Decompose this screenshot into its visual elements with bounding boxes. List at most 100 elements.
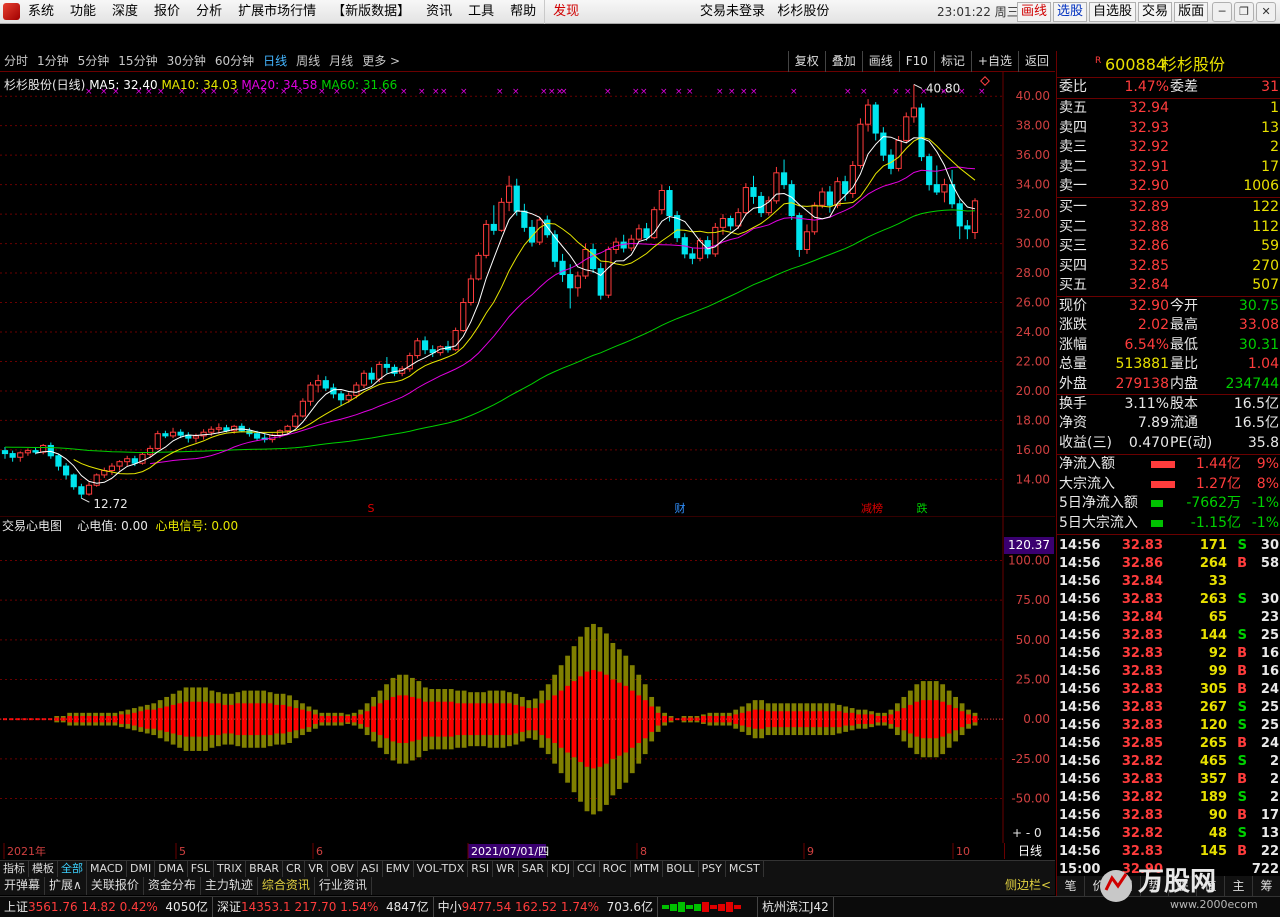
bid-volume: 507 bbox=[1252, 277, 1279, 293]
indicator-tab[interactable]: ROC bbox=[600, 861, 631, 877]
ask-row[interactable]: 卖四 32.93 13 bbox=[1057, 119, 1280, 138]
indicator-tab[interactable]: VR bbox=[305, 861, 328, 877]
indicator-tab[interactable]: 全部 bbox=[58, 861, 87, 877]
candle-body bbox=[910, 107, 917, 118]
period-tab[interactable]: 15分钟 bbox=[118, 51, 157, 72]
function-tab[interactable]: 资金分布 bbox=[144, 877, 201, 895]
function-tab[interactable]: 扩展∧ bbox=[45, 877, 87, 895]
indicator-tab[interactable]: MCST bbox=[726, 861, 764, 877]
ecg-indicator-chart[interactable]: 100.00 75.00 50.00 25.00 0.00 -25.00 -50.00 + -… bbox=[0, 516, 1055, 843]
app-logo-icon[interactable] bbox=[3, 3, 20, 20]
function-tab[interactable]: 行业资讯 bbox=[315, 877, 372, 895]
ask-row[interactable]: 卖三 32.92 2 bbox=[1057, 138, 1280, 157]
indicator-tab[interactable]: CR bbox=[283, 861, 306, 877]
chart-tool-button[interactable]: 画线 bbox=[861, 51, 899, 72]
period-tab[interactable]: 更多 > bbox=[362, 51, 400, 72]
function-tab[interactable]: 综合资讯 bbox=[258, 877, 315, 895]
chart-tool-button[interactable]: +自选 bbox=[970, 51, 1018, 72]
ask-row[interactable]: 卖二 32.91 17 bbox=[1057, 158, 1280, 177]
indicator-tab[interactable]: PSY bbox=[699, 861, 726, 877]
menu-item[interactable]: 帮助 bbox=[502, 0, 544, 24]
function-tab[interactable]: 开弹幕 bbox=[0, 877, 46, 895]
menu-item[interactable]: 分析 bbox=[188, 0, 230, 24]
tick-time: 14:56 bbox=[1059, 610, 1101, 625]
menu-item[interactable]: 【新版数据】 bbox=[324, 0, 418, 24]
top-button[interactable]: 画线 bbox=[1017, 2, 1052, 22]
indicator-tab[interactable]: BRAR bbox=[246, 861, 284, 877]
indicator-tab[interactable]: MACD bbox=[87, 861, 127, 877]
menu-item[interactable]: 扩展市场行情 bbox=[230, 0, 324, 24]
bid-row[interactable]: 买三 32.86 59 bbox=[1057, 237, 1280, 256]
indicator-tab[interactable]: BOLL bbox=[663, 861, 699, 877]
field-value: 2.02 bbox=[1137, 317, 1169, 334]
minimize-icon[interactable]: ─ bbox=[1212, 2, 1233, 22]
indicator-tab[interactable]: DMI bbox=[127, 861, 156, 877]
period-tab[interactable]: 月线 bbox=[329, 51, 353, 72]
menu-item[interactable]: 工具 bbox=[460, 0, 502, 24]
indicator-tab[interactable]: EMV bbox=[383, 861, 414, 877]
period-tab[interactable]: 周线 bbox=[296, 51, 320, 72]
ask-row[interactable]: 卖一 32.90 1006 bbox=[1057, 177, 1280, 196]
index-quote[interactable]: 深证14353.1 217.70 1.54% 4847亿 bbox=[213, 897, 434, 917]
indicator-tab[interactable]: SAR bbox=[519, 861, 549, 877]
period-tab[interactable]: 60分钟 bbox=[215, 51, 254, 72]
bid-row[interactable]: 买二 32.88 112 bbox=[1057, 218, 1280, 237]
stock-header: R 600884 杉杉股份 bbox=[1057, 54, 1280, 76]
candle-body bbox=[215, 427, 222, 430]
menu-item[interactable]: 报价 bbox=[146, 0, 188, 24]
indicator-tab[interactable]: RSI bbox=[468, 861, 494, 877]
indicator-tab[interactable]: OBV bbox=[328, 861, 358, 877]
indicator-tab[interactable]: WR bbox=[493, 861, 519, 877]
top-button[interactable]: 自选股 bbox=[1089, 2, 1137, 22]
top-button[interactable]: 交易 bbox=[1138, 2, 1173, 22]
period-tab[interactable]: 分时 bbox=[4, 51, 28, 72]
restore-icon[interactable]: ❐ bbox=[1234, 2, 1255, 22]
kline-chart[interactable]: 40.00 38.00 36.00 34.00 32.00 30.00 28.00 26.00… bbox=[0, 72, 1055, 516]
indicator-tab[interactable]: DMA bbox=[155, 861, 188, 877]
close-icon[interactable]: ✕ bbox=[1256, 2, 1277, 22]
period-tab[interactable]: 5分钟 bbox=[78, 51, 110, 72]
ask-row[interactable]: 卖五 32.94 1 bbox=[1057, 99, 1280, 118]
indicator-tab[interactable]: KDJ bbox=[548, 861, 574, 877]
chart-tool-button[interactable]: 复权 bbox=[787, 51, 825, 72]
chart-tool-button[interactable]: F10 bbox=[898, 51, 934, 72]
signal-mark: × bbox=[940, 87, 948, 97]
bid-row[interactable]: 买五 32.84 507 bbox=[1057, 276, 1280, 295]
top-button[interactable]: 选股 bbox=[1053, 2, 1088, 22]
function-tab[interactable]: 关联报价 bbox=[87, 877, 144, 895]
chart-tool-button[interactable]: 标记 bbox=[933, 51, 971, 72]
index-quote[interactable]: 中小9477.54 162.52 1.74% 703.6亿 bbox=[434, 897, 658, 917]
period-tab[interactable]: 30分钟 bbox=[167, 51, 206, 72]
menu-item[interactable]: 资讯 bbox=[418, 0, 460, 24]
top-button[interactable]: 版面 bbox=[1174, 2, 1209, 22]
period-tab[interactable]: 日线 bbox=[263, 51, 287, 72]
period-tab[interactable]: 1分钟 bbox=[37, 51, 69, 72]
bid-row[interactable]: 买一 32.89 122 bbox=[1057, 198, 1280, 217]
indicator-tab[interactable]: MTM bbox=[631, 861, 664, 877]
field-label: 股本 bbox=[1170, 396, 1198, 412]
stat-row: 现价 32.90 今开 30.75 bbox=[1057, 297, 1280, 316]
indicator-tab[interactable]: ASI bbox=[358, 861, 383, 877]
indicator-tab[interactable]: FSL bbox=[188, 861, 214, 877]
menu-item[interactable]: 功能 bbox=[62, 0, 104, 24]
candle-body bbox=[971, 200, 979, 234]
candle-body bbox=[208, 428, 215, 433]
indicator-tab[interactable]: 指标 bbox=[0, 861, 29, 877]
indicator-tab[interactable]: CCI bbox=[574, 861, 600, 877]
bid-row[interactable]: 买四 32.85 270 bbox=[1057, 257, 1280, 276]
candle-body bbox=[47, 444, 54, 457]
indicator-tab[interactable]: 模板 bbox=[29, 861, 58, 877]
chart-tool-button[interactable]: 叠加 bbox=[824, 51, 862, 72]
menu-item[interactable]: 发现 bbox=[544, 0, 587, 24]
index-quote[interactable]: 上证3561.76 14.82 0.42% 4050亿 bbox=[0, 897, 213, 917]
indicator-tab[interactable]: TRIX bbox=[214, 861, 247, 877]
menu-item[interactable]: 系统 bbox=[20, 0, 62, 24]
flow-pct: 8% bbox=[1256, 475, 1279, 492]
quote-tab[interactable]: 笔 bbox=[1057, 876, 1085, 896]
sidebar-toggle[interactable]: 侧边栏< bbox=[1001, 877, 1055, 895]
chart-tool-button[interactable]: 返回 bbox=[1017, 51, 1055, 72]
function-tab[interactable]: 主力轨迹 bbox=[201, 877, 258, 895]
menu-item[interactable]: 深度 bbox=[104, 0, 146, 24]
indicator-tab[interactable]: VOL-TDX bbox=[414, 861, 469, 877]
flow-label: 5日净流入额 bbox=[1059, 495, 1138, 511]
